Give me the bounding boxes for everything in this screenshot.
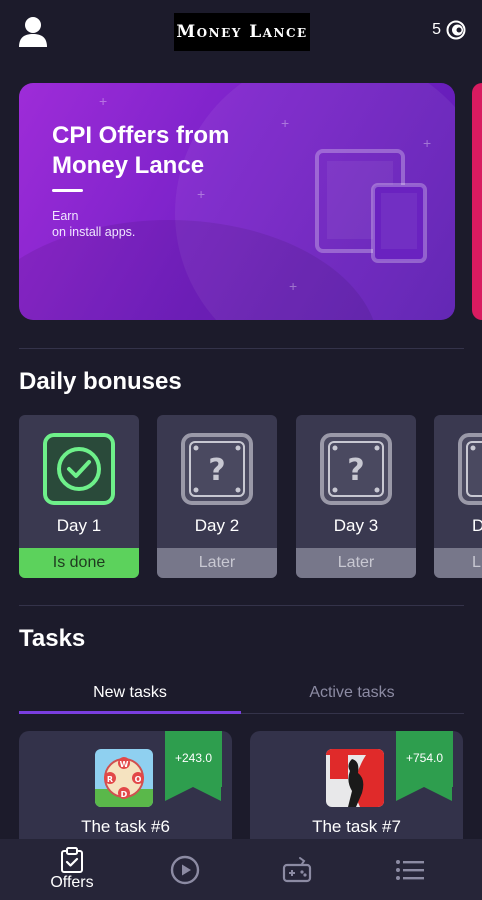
sparkle-icon: + (99, 93, 108, 109)
section-divider (19, 605, 464, 606)
fitness-app-icon (326, 749, 384, 807)
bonus-card-day-4[interactable]: D L (434, 415, 482, 578)
svg-text:?: ? (347, 453, 364, 488)
bonus-day-label: Day 2 (194, 516, 240, 535)
clipboard-check-icon (61, 847, 83, 873)
svg-text:O: O (135, 775, 142, 784)
bonus-card-day-1[interactable]: Day 1 Is done (19, 415, 139, 578)
bonus-card-day-2[interactable]: ? Day 2 Later (157, 415, 277, 578)
next-banner-peek[interactable] (472, 83, 482, 320)
bonus-status-done: Is done (19, 548, 139, 578)
play-circle-icon (170, 855, 200, 884)
banner-subtitle: Earn on install apps. (52, 209, 136, 239)
word-game-icon: W O D R (95, 749, 153, 807)
banner-underline (52, 189, 83, 192)
daily-bonuses-title: Daily bonuses (19, 368, 182, 395)
nav-offers[interactable]: Offers (12, 839, 132, 900)
svg-text:?: ? (208, 453, 225, 488)
bonus-day-label: Day 3 (333, 516, 379, 535)
svg-text:W: W (120, 760, 129, 769)
question-box-icon: ? (320, 433, 392, 505)
task-reward-badge: +754.0 (396, 731, 453, 801)
svg-text:R: R (107, 775, 113, 784)
sparkle-icon: + (289, 278, 298, 294)
task-name: The task #6 (81, 817, 170, 836)
question-box-icon: ? (181, 433, 253, 505)
bonus-card-day-3[interactable]: ? Day 3 Later (296, 415, 416, 578)
bonus-status-later: L (434, 548, 482, 578)
check-circle-icon (43, 433, 115, 505)
nav-offers-label: Offers (50, 874, 94, 891)
tablet-phone-icon (315, 149, 427, 263)
bonus-status-later: Later (157, 548, 277, 578)
task-card-7[interactable]: +754.0 The task #7 (250, 731, 463, 851)
nav-games[interactable] (237, 839, 357, 900)
nav-menu[interactable] (350, 839, 470, 900)
coin-icon (446, 20, 466, 40)
bonus-day-label: Day 1 (56, 516, 102, 535)
user-icon[interactable] (18, 16, 48, 48)
app-logo: Money Lance (174, 13, 310, 51)
bottom-navigation: Offers (0, 839, 482, 900)
section-divider (19, 348, 464, 349)
bonus-status-later: Later (296, 548, 416, 578)
cpi-offers-banner[interactable]: + + + + + CPI Offers from Money Lance Ea… (19, 83, 455, 320)
banner-title: CPI Offers from Money Lance (52, 122, 230, 179)
coin-count: 5 (432, 21, 441, 38)
coin-balance[interactable]: 5 (432, 20, 466, 40)
list-menu-icon (396, 859, 424, 880)
task-name: The task #7 (312, 817, 401, 836)
nav-videos[interactable] (125, 839, 245, 900)
svg-text:D: D (121, 790, 128, 799)
question-box-icon (458, 433, 482, 505)
app-header: Money Lance 5 (0, 0, 482, 64)
active-tab-indicator (19, 711, 241, 714)
sparkle-icon: + (197, 186, 206, 202)
task-reward-badge: +243.0 (165, 731, 222, 801)
tasks-title: Tasks (19, 625, 86, 652)
task-card-6[interactable]: W O D R +243.0 The task #6 (19, 731, 232, 851)
task-tabs: New tasks Active tasks (19, 672, 464, 714)
daily-bonus-list: Day 1 Is done ? Day 2 Later ? Day 3 Late… (19, 415, 482, 578)
tab-new-tasks[interactable]: New tasks (19, 672, 241, 714)
tab-active-tasks[interactable]: Active tasks (241, 672, 463, 714)
bonus-day-label: D (472, 516, 482, 535)
gamepad-icon (282, 856, 312, 882)
